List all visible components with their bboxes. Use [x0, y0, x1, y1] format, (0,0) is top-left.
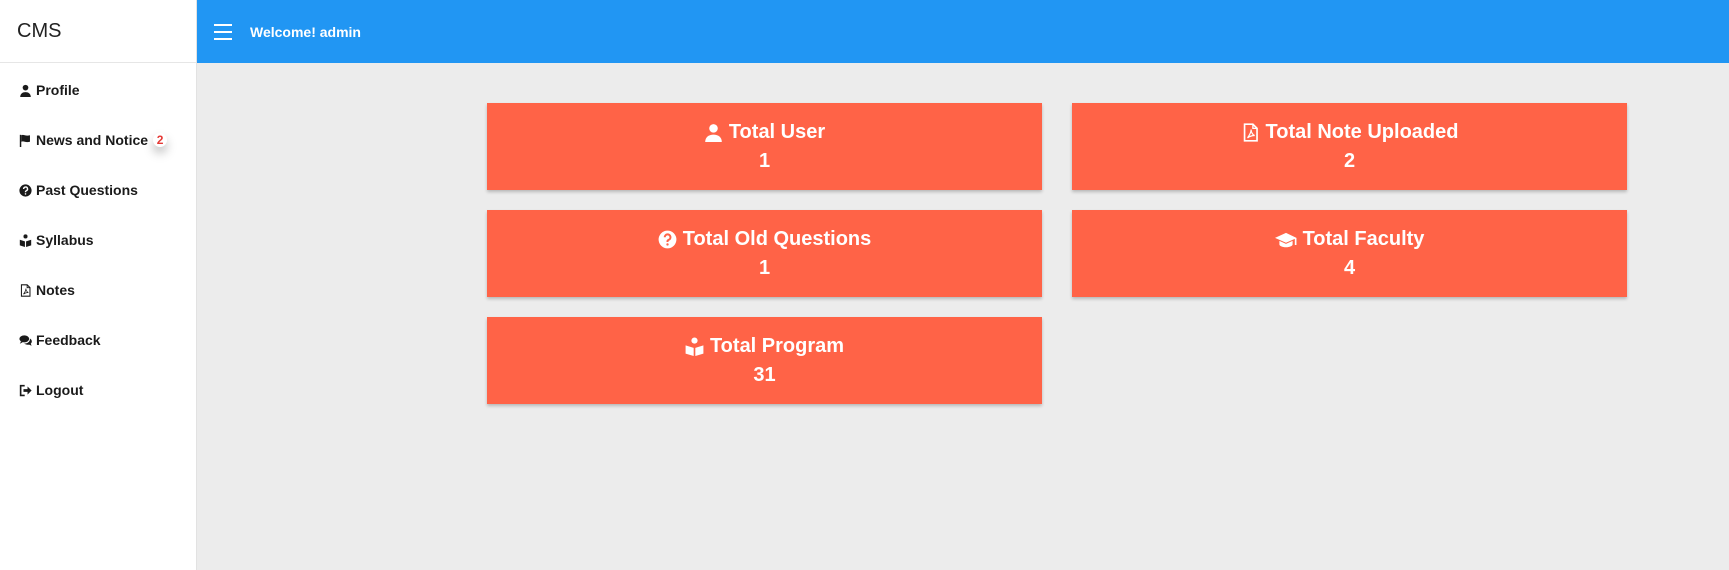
stat-card-total-program: Total Program 31	[487, 317, 1042, 404]
sidebar-item-label: Profile	[36, 82, 80, 98]
sidebar-item-feedback[interactable]: Feedback	[0, 315, 196, 365]
sign-out-icon	[19, 384, 32, 397]
welcome-text: Welcome! admin	[250, 23, 361, 40]
stat-card-title: Total Program	[685, 334, 844, 358]
stat-value: 31	[753, 364, 776, 386]
stat-card-title: Total User	[704, 120, 825, 144]
stat-card-total-faculty: Total Faculty 4	[1072, 210, 1627, 297]
question-circle-icon	[658, 230, 677, 248]
menu-toggle-icon[interactable]	[214, 23, 232, 40]
graduation-cap-icon	[1274, 232, 1297, 247]
stat-title-text: Total Old Questions	[682, 228, 872, 250]
sidebar-item-past-questions[interactable]: Past Questions	[0, 165, 196, 215]
stat-card-total-old-questions: Total Old Questions 1	[487, 210, 1042, 297]
stat-value: 2	[1343, 150, 1356, 172]
sidebar-item-logout[interactable]: Logout	[0, 365, 196, 415]
sidebar-item-label: Feedback	[36, 332, 101, 348]
sidebar-item-label: Notes	[36, 282, 75, 298]
sidebar-item-syllabus[interactable]: Syllabus	[0, 215, 196, 265]
sidebar-item-notes[interactable]: Notes	[0, 265, 196, 315]
stat-card-title: Total Note Uploaded	[1241, 120, 1459, 144]
stat-title-text: Total Program	[709, 335, 845, 357]
brand-logo[interactable]: CMS	[0, 0, 196, 63]
stat-card-total-user: Total User 1	[487, 103, 1042, 190]
comments-icon	[19, 334, 32, 347]
book-reader-icon	[685, 336, 704, 356]
notice-count-badge: 2	[153, 133, 168, 147]
stat-value: 1	[758, 257, 771, 279]
sidebar-item-label: Past Questions	[36, 182, 138, 198]
stat-title-text: Total User	[728, 121, 826, 143]
stat-value: 1	[758, 150, 771, 172]
file-pdf-icon	[1243, 122, 1258, 142]
user-icon	[705, 123, 722, 142]
sidebar-item-label: Logout	[36, 382, 84, 398]
app: CMS Profile News and Notice 2 Past Quest…	[0, 0, 1729, 570]
question-circle-icon	[19, 183, 32, 197]
flag-icon	[19, 134, 32, 147]
stat-card-total-note-uploaded: Total Note Uploaded 2	[1072, 103, 1627, 190]
sidebar-item-label: News and Notice	[36, 132, 149, 148]
user-icon	[19, 84, 32, 97]
stat-title-text: Total Note Uploaded	[1265, 121, 1459, 143]
stat-card-title: Total Old Questions	[658, 227, 872, 251]
stat-card-title: Total Faculty	[1274, 227, 1425, 251]
book-reader-icon	[19, 233, 32, 247]
file-pdf-icon	[19, 283, 32, 297]
sidebar-item-profile[interactable]: Profile	[0, 65, 196, 115]
stat-title-text: Total Faculty	[1302, 228, 1425, 250]
sidebar-item-label: Syllabus	[36, 232, 94, 248]
topbar: Welcome! admin	[197, 0, 1729, 63]
sidebar-nav: Profile News and Notice 2 Past Questions	[0, 65, 196, 415]
stat-value: 4	[1343, 257, 1356, 279]
sidebar: CMS Profile News and Notice 2 Past Quest…	[0, 0, 197, 570]
sidebar-item-news-and-notice[interactable]: News and Notice 2	[0, 115, 196, 165]
